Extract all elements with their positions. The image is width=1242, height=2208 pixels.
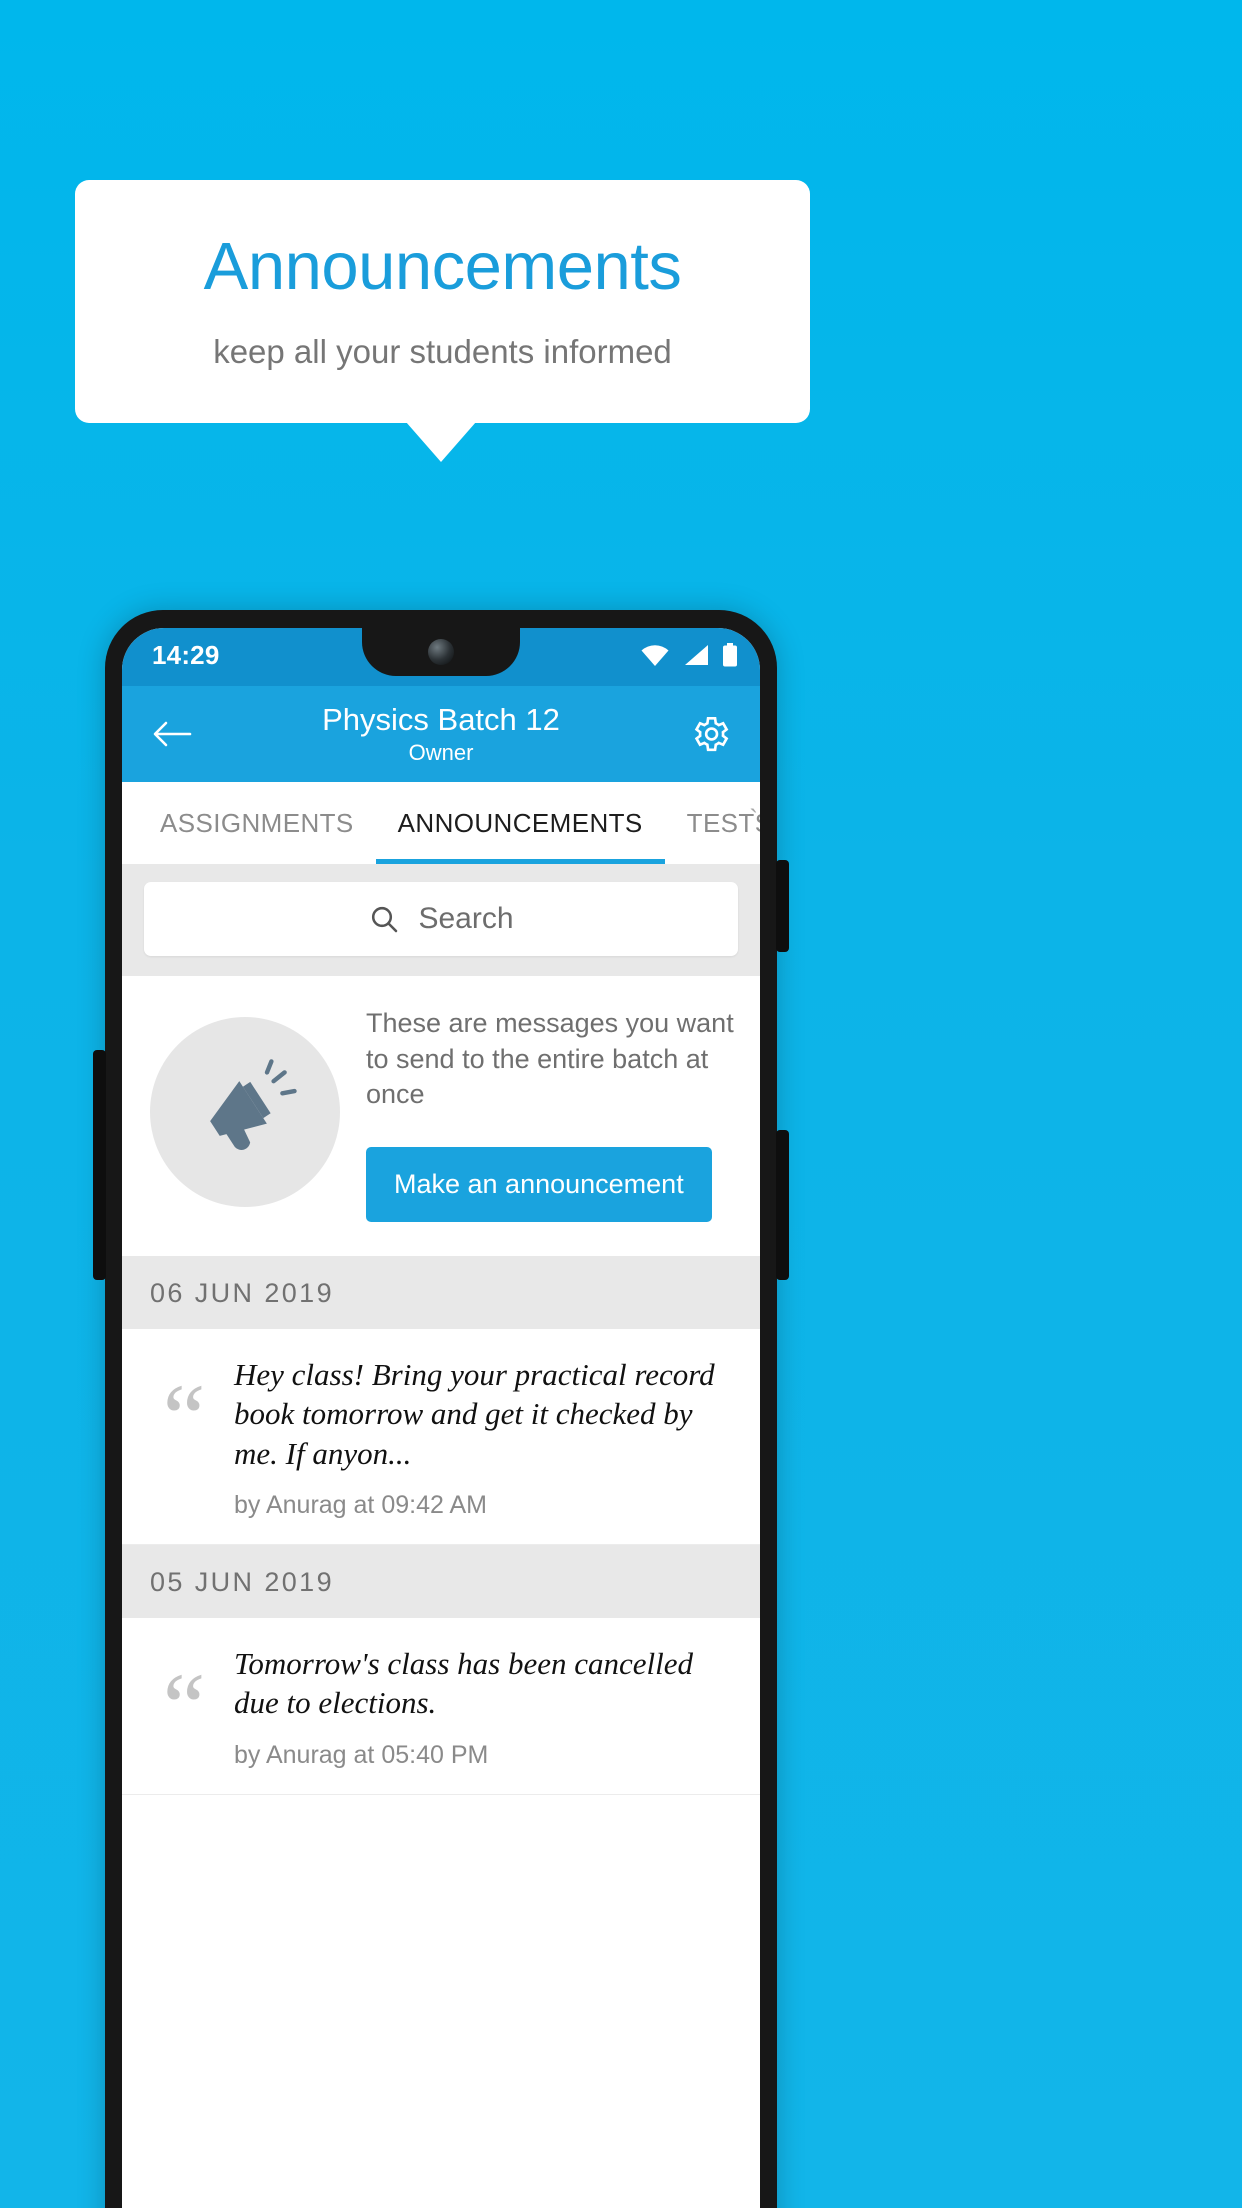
announcement-row[interactable]: “ Hey class! Bring your practical record…: [122, 1328, 760, 1545]
phone-screen: 14:29 Physics Batch 12 Owner ASSIGNMENTS…: [122, 628, 760, 2208]
wifi-icon: [640, 644, 670, 671]
back-arrow-icon: [153, 721, 192, 747]
announcement-meta: by Anurag at 05:40 PM: [234, 1740, 489, 1769]
tab-assignments[interactable]: ASSIGNMENTS: [138, 782, 376, 864]
megaphone-badge: [150, 1016, 340, 1207]
promo-title: Announcements: [203, 229, 682, 305]
page-title: Physics Batch 12: [322, 701, 560, 737]
tab-announcements[interactable]: ANNOUNCEMENTS: [376, 782, 665, 864]
camera-notch: [362, 628, 520, 676]
date-header: 06 JUN 2019: [122, 1255, 760, 1329]
search-section: Search: [122, 864, 760, 976]
phone-device: 14:29 Physics Batch 12 Owner ASSIGNMENTS…: [93, 610, 789, 2208]
search-icon: [372, 906, 398, 933]
app-bar: Physics Batch 12 Owner: [122, 686, 760, 782]
announcement-meta: by Anurag at 09:42 AM: [234, 1490, 487, 1519]
announcement-text: Hey class! Bring your practical record b…: [234, 1356, 715, 1471]
battery-icon: [722, 643, 738, 672]
search-placeholder: Search: [418, 902, 514, 935]
front-camera: [428, 639, 454, 665]
announcement-body: Hey class! Bring your practical record b…: [234, 1355, 736, 1520]
phone-power-button[interactable]: [776, 860, 789, 952]
page-subtitle: Owner: [408, 740, 474, 766]
status-icons: [640, 640, 738, 672]
phone-side-button[interactable]: [93, 1050, 106, 1280]
active-tab-indicator: [376, 859, 665, 864]
search-input[interactable]: Search: [144, 882, 738, 956]
app-bar-titles: Physics Batch 12 Owner: [122, 702, 760, 767]
make-announcement-button[interactable]: Make an announcement: [366, 1146, 712, 1222]
announcement-promo: These are messages you want to send to t…: [122, 976, 760, 1256]
cellular-signal-icon: [683, 644, 709, 671]
promo-callout-card: Announcements keep all your students inf…: [75, 180, 810, 423]
status-bar: 14:29: [122, 628, 760, 686]
tab-bar: ASSIGNMENTS ANNOUNCEMENTS TESTS `: [122, 782, 760, 864]
promo-right: These are messages you want to send to t…: [366, 1002, 736, 1222]
megaphone-icon: [210, 1059, 297, 1150]
back-button[interactable]: [146, 708, 198, 760]
quote-mark-icon: “: [162, 1363, 206, 1471]
announcement-row[interactable]: “ Tomorrow's class has been cancelled du…: [122, 1617, 760, 1795]
tab-next-peek[interactable]: `: [749, 804, 758, 835]
quote-mark-icon: “: [162, 1652, 206, 1760]
promo-callout-tail: [406, 422, 476, 462]
gear-icon: [694, 716, 729, 752]
announcement-text: Tomorrow's class has been cancelled due …: [234, 1645, 693, 1721]
announcement-body: Tomorrow's class has been cancelled due …: [234, 1644, 736, 1770]
tab-tests[interactable]: TESTS: [665, 782, 760, 864]
date-header: 05 JUN 2019: [122, 1544, 760, 1618]
phone-volume-button[interactable]: [776, 1130, 789, 1280]
promo-subtitle: keep all your students informed: [213, 332, 672, 370]
screenshot-stage: Announcements keep all your students inf…: [0, 0, 1242, 2208]
status-time: 14:29: [152, 640, 220, 670]
settings-button[interactable]: [684, 708, 736, 760]
promo-description: These are messages you want to send to t…: [366, 1008, 734, 1110]
